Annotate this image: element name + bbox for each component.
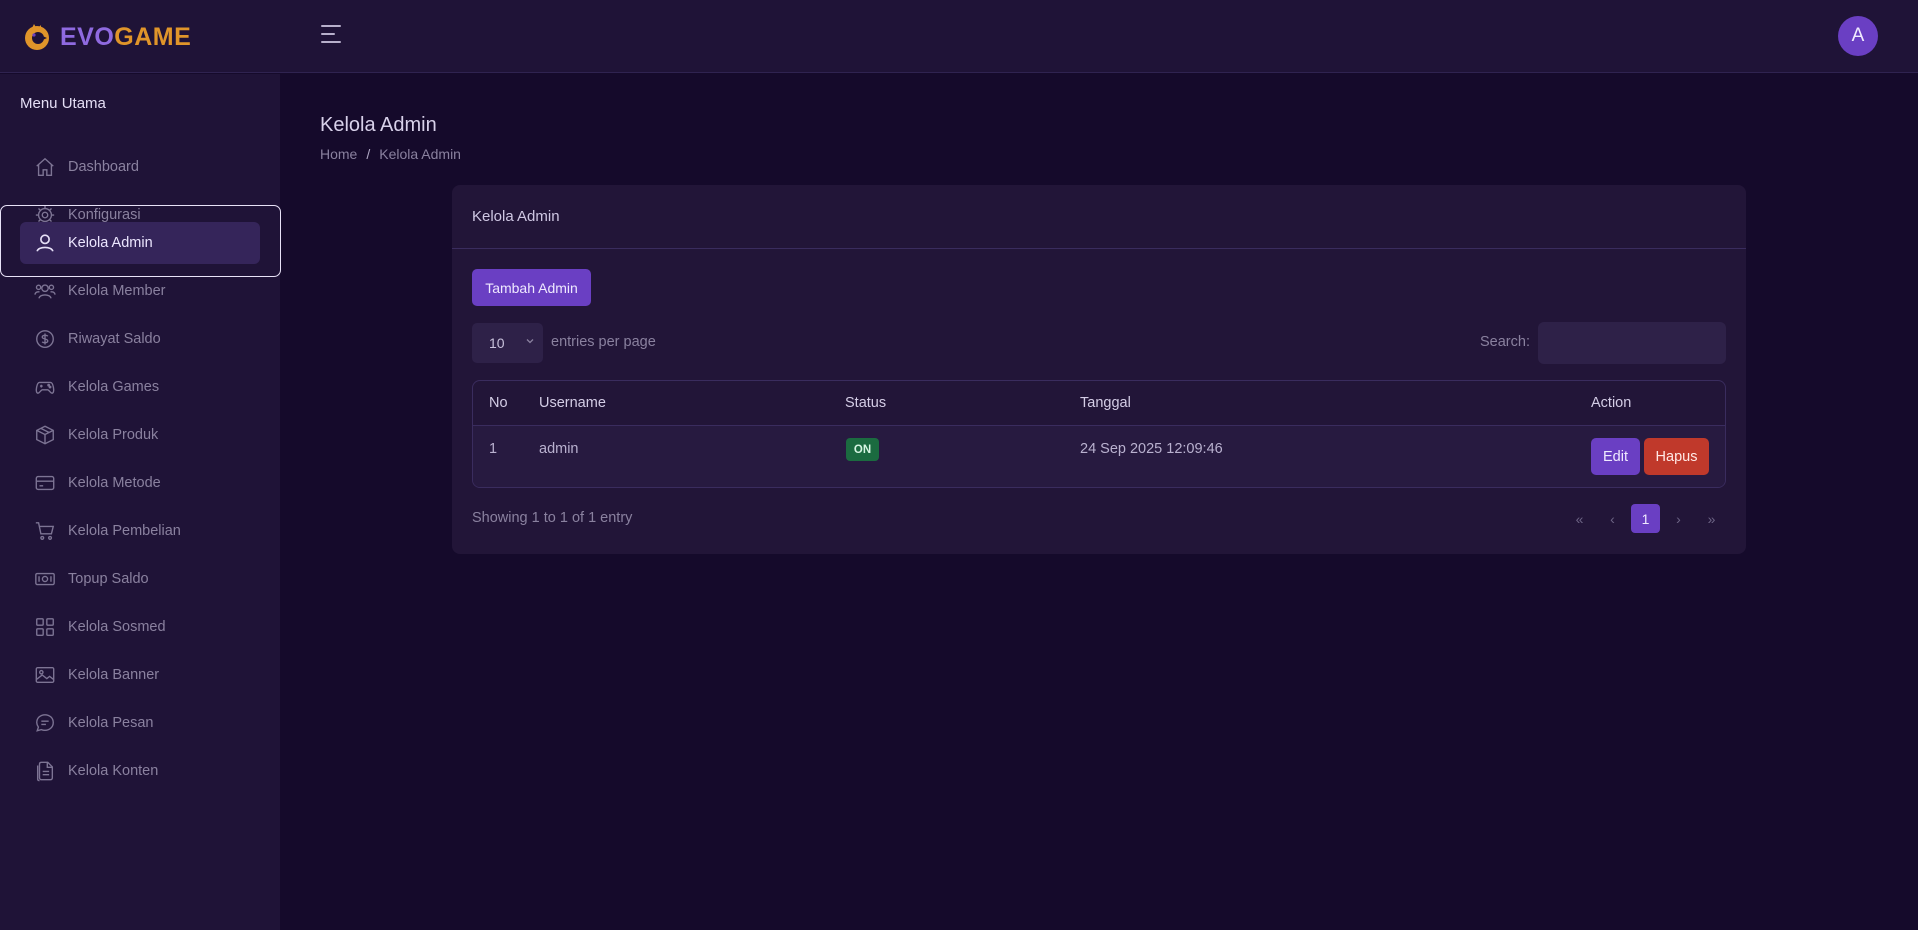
column-header-username[interactable]: Username xyxy=(539,395,606,411)
file-icon xyxy=(36,761,54,782)
pagination: « ‹ 1 › » xyxy=(1561,504,1726,533)
entries-value: 10 xyxy=(489,335,505,351)
breadcrumb-current: Kelola Admin xyxy=(379,146,461,162)
sidebar-item-label: Kelola Pembelian xyxy=(68,523,181,539)
cart-icon xyxy=(35,522,55,540)
column-header-status[interactable]: Status xyxy=(845,395,886,411)
sidebar-item-label: Kelola Metode xyxy=(68,475,161,491)
breadcrumb: Home / Kelola Admin xyxy=(320,146,461,162)
table-header: No Username Status Tanggal Action xyxy=(473,381,1725,426)
sidebar-item-label: Kelola Produk xyxy=(68,427,159,443)
last-page-button[interactable]: » xyxy=(1697,504,1726,533)
column-header-tanggal[interactable]: Tanggal xyxy=(1080,395,1131,411)
sidebar-item-label: Riwayat Saldo xyxy=(68,331,161,347)
sidebar-item-label: Kelola Banner xyxy=(68,667,160,683)
logo-text-evo: EVO xyxy=(60,22,115,51)
column-header-action: Action xyxy=(1591,395,1632,411)
table-row: 1 admin ON 24 Sep 2025 12:09:46 Edit Hap… xyxy=(473,426,1725,487)
gamepad-icon xyxy=(35,381,55,394)
sidebar-item-dashboard[interactable]: Dashboard xyxy=(20,146,260,188)
avatar[interactable]: A xyxy=(1838,16,1878,56)
dollar-icon xyxy=(36,330,54,348)
sidebar-item-label: Topup Saldo xyxy=(68,571,149,587)
column-header-no[interactable]: No xyxy=(489,395,508,411)
add-admin-button[interactable]: Tambah Admin xyxy=(472,269,591,306)
page-title: Kelola Admin xyxy=(320,114,437,136)
sidebar-item-kelola-konten[interactable]: Kelola Konten xyxy=(20,750,260,792)
users-icon xyxy=(34,284,56,299)
sidebar-section-title: Menu Utama xyxy=(20,95,106,112)
previous-page-button[interactable]: ‹ xyxy=(1598,504,1627,533)
sidebar-item-kelola-admin[interactable]: Kelola Admin xyxy=(20,222,260,264)
search-input[interactable] xyxy=(1538,322,1726,364)
cell-no: 1 xyxy=(489,441,498,457)
sidebar-item-kelola-pesan[interactable]: Kelola Pesan xyxy=(20,702,260,744)
admin-table: No Username Status Tanggal Action 1 admi… xyxy=(472,380,1726,488)
sidebar-item-kelola-sosmed[interactable]: Kelola Sosmed xyxy=(20,606,260,648)
sidebar-item-label: Kelola Games xyxy=(68,379,160,395)
user-icon xyxy=(36,234,54,252)
showing-entries-info: Showing 1 to 1 of 1 entry xyxy=(472,510,633,526)
image-icon xyxy=(35,666,55,684)
entries-per-page-label: entries per page xyxy=(551,334,656,350)
sidebar-item-kelola-pembelian[interactable]: Kelola Pembelian xyxy=(20,510,260,552)
brand-logo[interactable]: EVOGAME xyxy=(22,20,191,54)
top-bar: EVOGAME A xyxy=(0,0,1918,73)
sidebar-item-kelola-produk[interactable]: Kelola Produk xyxy=(20,414,260,456)
entries-per-page-select[interactable]: 10 xyxy=(472,323,543,363)
page-button-1[interactable]: 1 xyxy=(1631,504,1660,533)
card-icon xyxy=(35,475,55,491)
sidebar-item-topup-saldo[interactable]: Topup Saldo xyxy=(20,558,260,600)
home-icon xyxy=(36,157,54,176)
cash-icon xyxy=(35,572,55,586)
logo-text-game: GAME xyxy=(114,22,192,51)
admin-card: Kelola Admin Tambah Admin 10 entries per… xyxy=(452,185,1746,554)
sidebar-item-kelola-member[interactable]: Kelola Member xyxy=(20,270,260,312)
sidebar-item-kelola-metode[interactable]: Kelola Metode xyxy=(20,462,260,504)
search-label: Search: xyxy=(1480,334,1530,350)
chevron-down-icon xyxy=(526,339,534,344)
delete-button[interactable]: Hapus xyxy=(1644,438,1709,475)
sidebar-item-kelola-banner[interactable]: Kelola Banner xyxy=(20,654,260,696)
breadcrumb-home-link[interactable]: Home xyxy=(320,146,357,162)
card-title: Kelola Admin xyxy=(452,185,1746,249)
cell-username: admin xyxy=(539,441,579,457)
sidebar-item-riwayat-saldo[interactable]: Riwayat Saldo xyxy=(20,318,260,360)
status-badge: ON xyxy=(846,438,879,461)
sidebar-item-label: Kelola Konten xyxy=(68,763,159,779)
hamburger-icon[interactable] xyxy=(321,25,341,47)
next-page-button[interactable]: › xyxy=(1664,504,1693,533)
sidebar-item-label: Kelola Sosmed xyxy=(68,619,166,635)
logo-icon xyxy=(25,24,49,50)
sidebar-item-label: Dashboard xyxy=(68,159,139,175)
grid-icon xyxy=(36,618,54,636)
sidebar-item-label: Kelola Member xyxy=(68,283,166,299)
sidebar-item-kelola-games[interactable]: Kelola Games xyxy=(20,366,260,408)
first-page-button[interactable]: « xyxy=(1565,504,1594,533)
logo-text: EVOGAME xyxy=(60,23,191,52)
sidebar-item-label: Konfigurasi xyxy=(68,207,141,223)
chat-icon xyxy=(36,714,54,732)
sidebar-item-label: Kelola Pesan xyxy=(68,715,154,731)
sidebar-item-label: Kelola Admin xyxy=(68,235,153,251)
box-icon xyxy=(36,425,54,445)
edit-button[interactable]: Edit xyxy=(1591,438,1640,475)
breadcrumb-separator: / xyxy=(366,146,371,162)
cell-tanggal: 24 Sep 2025 12:09:46 xyxy=(1080,441,1223,457)
sidebar: Menu Utama Dashboard Konfigurasi Kelola … xyxy=(0,74,280,930)
